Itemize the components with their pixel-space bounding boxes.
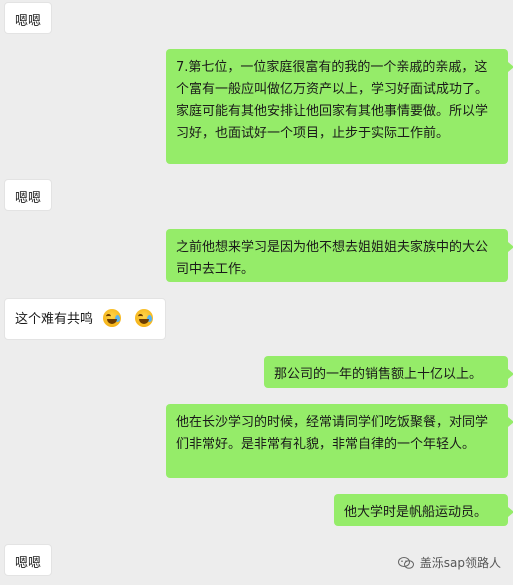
message-text: 那公司的一年的销售额上十亿以上。	[274, 367, 483, 382]
message-bubble-6[interactable]: 那公司的一年的销售额上十亿以上。	[264, 356, 513, 388]
message-bubble-8[interactable]: 他大学时是帆船运动员。	[334, 494, 513, 526]
message-bubble-2[interactable]: 7.第七位，一位家庭很富有的我的一个亲戚的亲戚，这个富有一般应叫做亿万资产以上，…	[166, 49, 513, 164]
message-text: 他大学时是帆船运动员。	[344, 505, 488, 520]
message-bubble-1[interactable]: 嗯嗯	[4, 2, 52, 34]
message-bubble-9[interactable]: 嗯嗯	[4, 544, 52, 576]
message-bubble-5[interactable]: 这个难有共鸣	[4, 298, 166, 340]
message-bubble-7[interactable]: 他在长沙学习的时候，经常请同学们吃饭聚餐，对同学们非常好。是非常有礼貌，非常自律…	[166, 404, 513, 478]
message-bubble-4[interactable]: 之前他想来学习是因为他不想去姐姐姐夫家族中的大公司中去工作。	[166, 229, 513, 282]
message-text: 嗯嗯	[15, 191, 42, 206]
message-text: 之前他想来学习是因为他不想去姐姐姐夫家族中的大公司中去工作。	[176, 240, 489, 277]
crying-laughing-emoji-icon	[135, 309, 154, 327]
message-text: 他在长沙学习的时候，经常请同学们吃饭聚餐，对同学们非常好。是非常有礼貌，非常自律…	[176, 415, 489, 452]
message-text: 7.第七位，一位家庭很富有的我的一个亲戚的亲戚，这个富有一般应叫做亿万资产以上，…	[176, 60, 489, 141]
message-text: 嗯嗯	[15, 556, 42, 571]
crying-laughing-emoji-icon	[103, 309, 122, 327]
watermark-text: 盖泺sap领路人	[419, 556, 501, 570]
message-bubble-3[interactable]: 嗯嗯	[4, 179, 52, 211]
message-text: 嗯嗯	[15, 14, 42, 29]
watermark: 盖泺sap领路人	[397, 554, 501, 571]
message-text: 这个难有共鸣	[15, 312, 94, 327]
wechat-icon	[397, 556, 414, 569]
